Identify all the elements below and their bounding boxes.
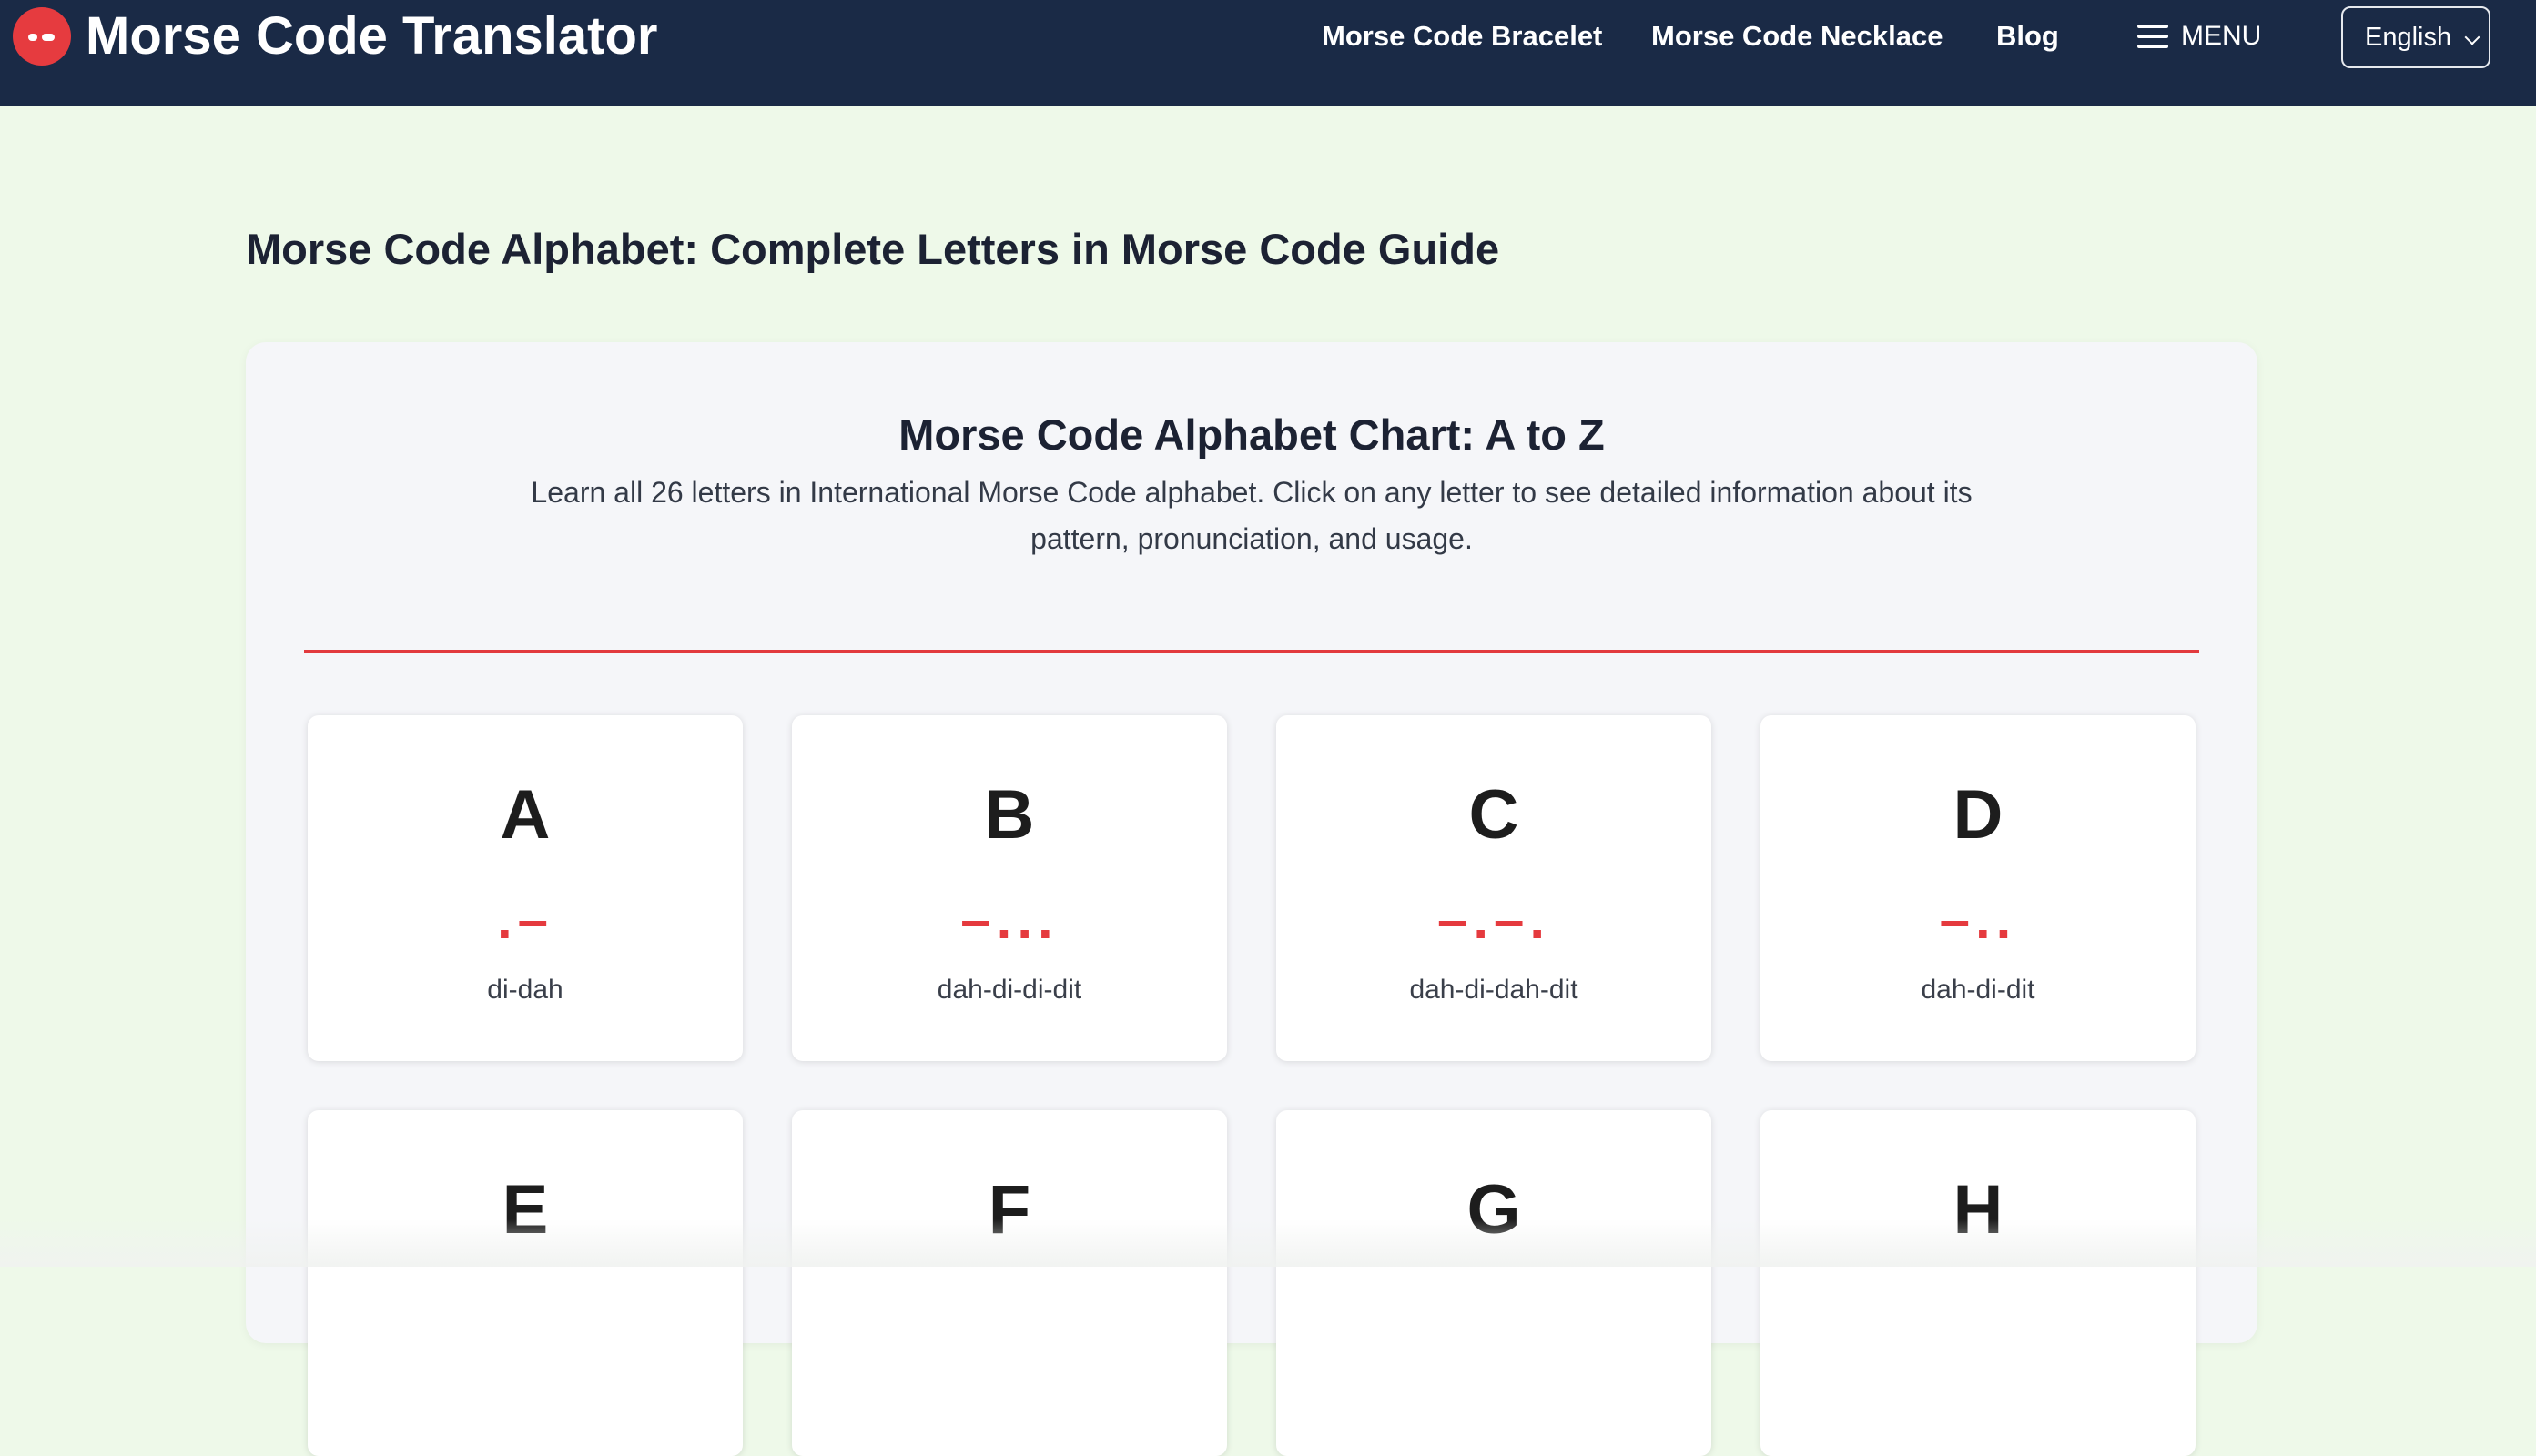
- nav-morse-code-bracelet[interactable]: Morse Code Bracelet: [1322, 0, 1602, 73]
- language-value: English: [2365, 23, 2452, 52]
- morse-pattern: –.–.: [1436, 889, 1551, 950]
- letter-card-c[interactable]: C –.–. dah-di-dah-dit: [1276, 715, 1711, 1061]
- letter: B: [984, 776, 1035, 854]
- letter-card-d[interactable]: D –.. dah-di-dit: [1760, 715, 2196, 1061]
- site-logo-text[interactable]: Morse Code Translator: [86, 4, 657, 69]
- letter-card-g[interactable]: G: [1276, 1110, 1711, 1456]
- letter-card-e[interactable]: E: [308, 1110, 743, 1456]
- letter-card-h[interactable]: H: [1760, 1110, 2196, 1456]
- morse-pattern: .–: [496, 889, 554, 950]
- page-title: Morse Code Alphabet: Complete Letters in…: [246, 225, 1500, 273]
- menu-label: MENU: [2181, 21, 2262, 51]
- morse-pattern: –...: [960, 889, 1059, 950]
- nav-morse-code-necklace[interactable]: Morse Code Necklace: [1651, 0, 1943, 73]
- letter-card-b[interactable]: B –... dah-di-di-dit: [792, 715, 1227, 1061]
- chart-description: Learn all 26 letters in International Mo…: [531, 476, 1973, 555]
- letter-card-f[interactable]: F: [792, 1110, 1227, 1456]
- alphabet-chart-panel: Morse Code Alphabet Chart: A to Z Learn …: [246, 342, 2257, 1456]
- morse-pattern: –..: [1939, 889, 2017, 950]
- pronunciation: di-dah: [487, 975, 563, 1005]
- letter: A: [500, 776, 551, 854]
- chevron-down-icon: [2464, 29, 2480, 46]
- chart-title: Morse Code Alphabet Chart: A to Z: [898, 410, 1605, 459]
- letter: D: [1953, 776, 2003, 854]
- bottom-fade: [0, 1219, 2536, 1267]
- pronunciation: dah-di-dah-dit: [1409, 975, 1578, 1005]
- language-select[interactable]: English: [2341, 6, 2490, 68]
- pronunciation: dah-di-di-dit: [937, 975, 1082, 1005]
- letter: C: [1468, 776, 1519, 854]
- nav-blog[interactable]: Blog: [1996, 0, 2059, 73]
- letter-card-a[interactable]: A .– di-dah: [308, 715, 743, 1061]
- divider: [304, 650, 2199, 653]
- logo-icon[interactable]: [13, 7, 71, 66]
- pronunciation: dah-di-dit: [1921, 975, 2035, 1005]
- site-header: Morse Code Translator Morse Code Bracele…: [0, 0, 2536, 106]
- hamburger-icon: [2137, 25, 2168, 48]
